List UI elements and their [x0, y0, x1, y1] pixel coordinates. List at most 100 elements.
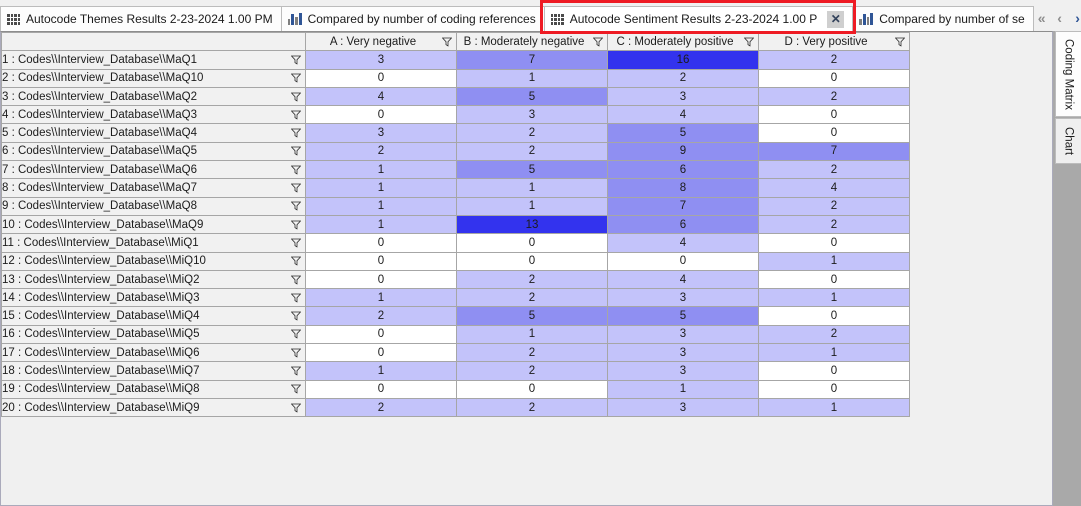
matrix-cell[interactable]: 2: [758, 324, 910, 345]
column-header-d[interactable]: D : Very positive: [758, 32, 910, 52]
tab-autocode-sentiment-results[interactable]: Autocode Sentiment Results 2-23-2024 1.0…: [543, 6, 854, 31]
matrix-cell[interactable]: 0: [305, 269, 457, 290]
matrix-cell[interactable]: 4: [758, 178, 910, 198]
row-filter-icon[interactable]: [291, 384, 301, 394]
matrix-cell[interactable]: 3: [607, 288, 759, 308]
matrix-cell[interactable]: 3: [607, 361, 759, 381]
matrix-cell[interactable]: 0: [607, 251, 759, 271]
matrix-cell[interactable]: 16: [607, 50, 759, 70]
matrix-cell[interactable]: 2: [456, 123, 608, 143]
row-filter-icon[interactable]: [291, 183, 301, 193]
matrix-cell[interactable]: 2: [456, 288, 608, 308]
matrix-cell[interactable]: 3: [305, 123, 457, 143]
matrix-cell[interactable]: 6: [607, 160, 759, 180]
row-filter-icon[interactable]: [291, 348, 301, 358]
matrix-cell[interactable]: 2: [305, 141, 457, 162]
first-tab-button[interactable]: «: [1033, 6, 1051, 31]
row-filter-icon[interactable]: [291, 403, 301, 413]
matrix-cell[interactable]: 0: [305, 379, 457, 399]
row-header[interactable]: 1 : Codes\\Interview_Database\\MaQ1: [1, 50, 306, 70]
matrix-cell[interactable]: 3: [607, 324, 759, 345]
matrix-cell[interactable]: 0: [758, 68, 910, 88]
matrix-cell[interactable]: 0: [305, 251, 457, 271]
row-header[interactable]: 19 : Codes\\Interview_Database\\MiQ8: [1, 379, 306, 399]
matrix-cell[interactable]: 5: [456, 160, 608, 180]
matrix-cell[interactable]: 8: [607, 178, 759, 198]
matrix-cell[interactable]: 3: [305, 50, 457, 70]
matrix-cell[interactable]: 0: [456, 251, 608, 271]
matrix-cell[interactable]: 1: [456, 324, 608, 345]
matrix-cell[interactable]: 1: [456, 196, 608, 216]
matrix-cell[interactable]: 2: [456, 269, 608, 290]
matrix-cell[interactable]: 0: [758, 361, 910, 381]
matrix-cell[interactable]: 0: [758, 306, 910, 326]
matrix-cell[interactable]: 13: [456, 214, 608, 235]
next-tab-button[interactable]: ›: [1069, 6, 1081, 31]
matrix-cell[interactable]: 1: [607, 379, 759, 399]
tab-compared-by-sentiment[interactable]: Compared by number of se: [852, 6, 1034, 31]
matrix-cell[interactable]: 3: [456, 105, 608, 125]
matrix-cell[interactable]: 0: [305, 233, 457, 253]
row-header[interactable]: 11 : Codes\\Interview_Database\\MiQ1: [1, 233, 306, 253]
matrix-cell[interactable]: 2: [456, 361, 608, 381]
row-filter-icon[interactable]: [291, 128, 301, 138]
matrix-cell[interactable]: 0: [305, 105, 457, 125]
row-filter-icon[interactable]: [291, 201, 301, 211]
matrix-cell[interactable]: 0: [456, 233, 608, 253]
matrix-cell[interactable]: 0: [305, 68, 457, 88]
matrix-cell[interactable]: 5: [607, 306, 759, 326]
matrix-cell[interactable]: 1: [456, 68, 608, 88]
column-header-c[interactable]: C : Moderately positive: [607, 32, 759, 52]
column-filter-icon[interactable]: [744, 37, 754, 47]
previous-tab-button[interactable]: ‹: [1051, 6, 1069, 31]
row-filter-icon[interactable]: [291, 366, 301, 376]
column-header-b[interactable]: B : Moderately negative: [456, 32, 608, 52]
matrix-cell[interactable]: 7: [758, 141, 910, 162]
matrix-cell[interactable]: 3: [607, 397, 759, 418]
matrix-cell[interactable]: 7: [607, 196, 759, 216]
matrix-cell[interactable]: 2: [758, 214, 910, 235]
matrix-cell[interactable]: 2: [758, 86, 910, 107]
matrix-cell[interactable]: 0: [758, 105, 910, 125]
column-filter-icon[interactable]: [593, 37, 603, 47]
matrix-cell[interactable]: 1: [305, 196, 457, 216]
matrix-cell[interactable]: 1: [758, 251, 910, 271]
matrix-cell[interactable]: 1: [305, 178, 457, 198]
row-header[interactable]: 10 : Codes\\Interview_Database\\MaQ9: [1, 214, 306, 235]
close-icon[interactable]: ✕: [827, 10, 845, 28]
row-header[interactable]: 8 : Codes\\Interview_Database\\MaQ7: [1, 178, 306, 198]
matrix-cell[interactable]: 3: [607, 343, 759, 363]
row-filter-icon[interactable]: [291, 238, 301, 248]
column-header-a[interactable]: A : Very negative: [305, 32, 457, 52]
matrix-cell[interactable]: 0: [456, 379, 608, 399]
matrix-cell[interactable]: 6: [607, 214, 759, 235]
tab-compared-by-coding-references[interactable]: Compared by number of coding references: [280, 6, 545, 31]
matrix-cell[interactable]: 2: [456, 343, 608, 363]
row-filter-icon[interactable]: [291, 256, 301, 266]
matrix-cell[interactable]: 0: [305, 324, 457, 345]
side-tab-coding-matrix[interactable]: Coding Matrix: [1055, 31, 1081, 117]
row-header[interactable]: 9 : Codes\\Interview_Database\\MaQ8: [1, 196, 306, 216]
row-header[interactable]: 4 : Codes\\Interview_Database\\MaQ3: [1, 105, 306, 125]
matrix-cell[interactable]: 2: [305, 306, 457, 326]
column-filter-icon[interactable]: [442, 37, 452, 47]
matrix-cell[interactable]: 4: [305, 86, 457, 107]
matrix-cell[interactable]: 2: [607, 68, 759, 88]
row-filter-icon[interactable]: [291, 293, 301, 303]
row-header[interactable]: 7 : Codes\\Interview_Database\\MaQ6: [1, 160, 306, 180]
row-filter-icon[interactable]: [291, 92, 301, 102]
matrix-cell[interactable]: 1: [305, 361, 457, 381]
row-header[interactable]: 15 : Codes\\Interview_Database\\MiQ4: [1, 306, 306, 326]
row-header[interactable]: 14 : Codes\\Interview_Database\\MiQ3: [1, 288, 306, 308]
matrix-cell[interactable]: 1: [305, 160, 457, 180]
tab-autocode-themes-results[interactable]: Autocode Themes Results 2-23-2024 1.00 P…: [0, 6, 282, 31]
matrix-cell[interactable]: 2: [456, 397, 608, 418]
matrix-cell[interactable]: 4: [607, 105, 759, 125]
matrix-cell[interactable]: 2: [305, 397, 457, 418]
matrix-cell[interactable]: 1: [758, 343, 910, 363]
row-header[interactable]: 12 : Codes\\Interview_Database\\MiQ10: [1, 251, 306, 271]
row-header[interactable]: 17 : Codes\\Interview_Database\\MiQ6: [1, 343, 306, 363]
row-header[interactable]: 3 : Codes\\Interview_Database\\MaQ2: [1, 86, 306, 107]
matrix-cell[interactable]: 0: [758, 379, 910, 399]
matrix-cell[interactable]: 1: [456, 178, 608, 198]
